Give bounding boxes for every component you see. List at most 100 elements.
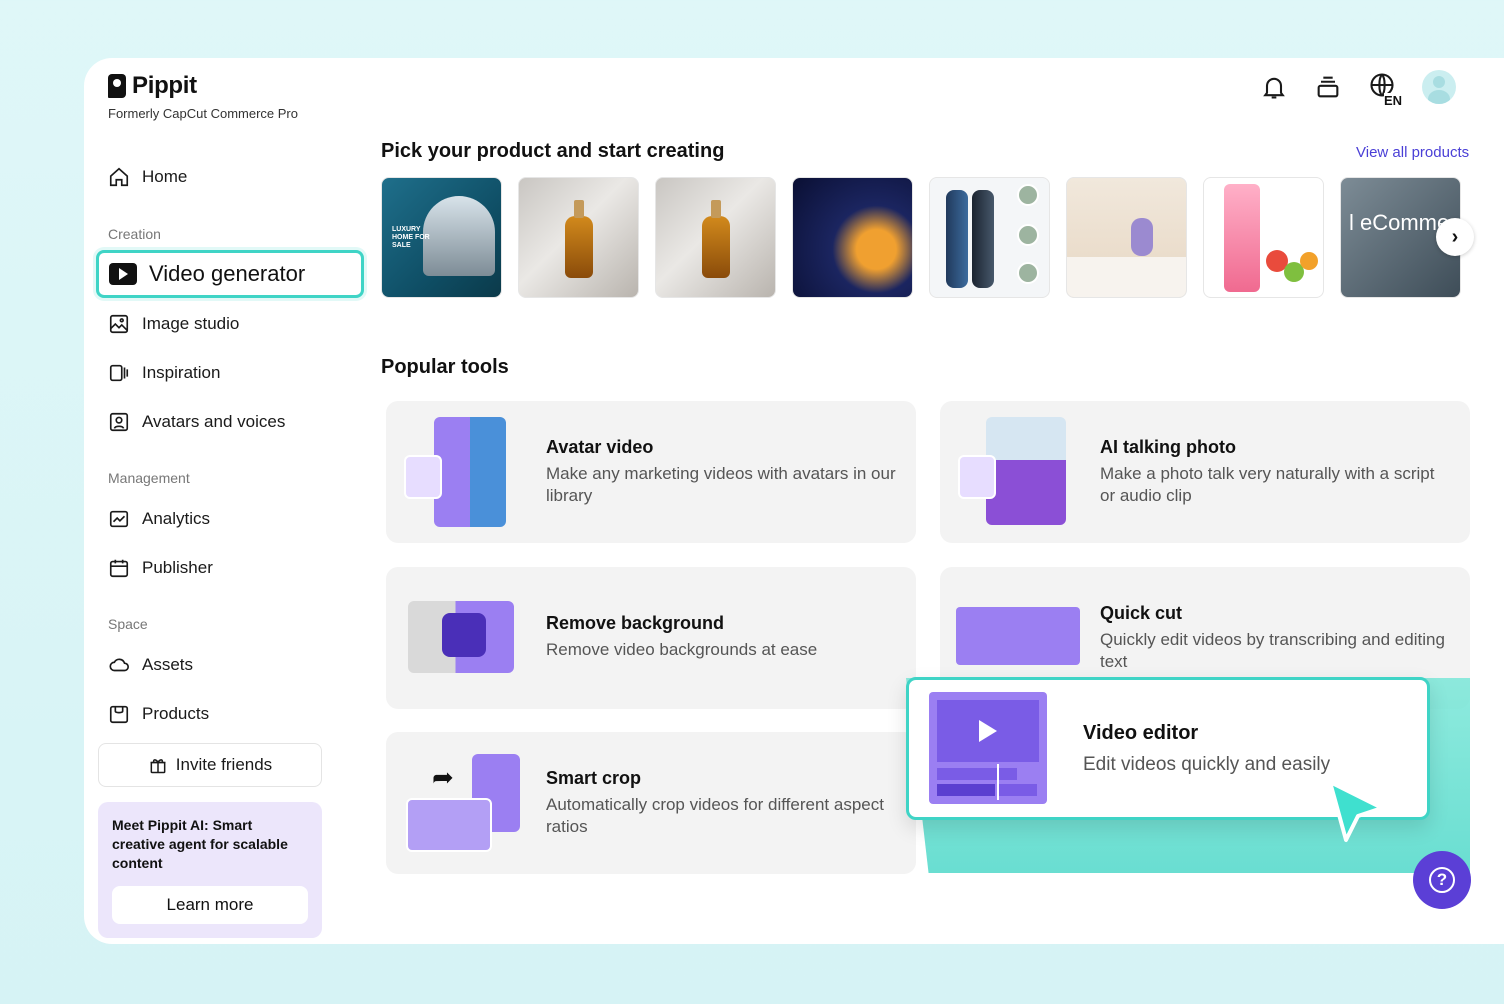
- tool-description: Quickly edit videos by transcribing and …: [1100, 630, 1445, 671]
- cloth-image: [1067, 257, 1186, 297]
- tool-title: Smart crop: [546, 768, 642, 788]
- video-generator-icon: [109, 263, 137, 285]
- promo-card: Meet Pippit AI: Smart creative agent for…: [98, 802, 322, 938]
- tool-title: Remove background: [546, 613, 725, 633]
- products-heading: Pick your product and start creating: [381, 140, 725, 162]
- bottle-image: [972, 190, 994, 288]
- product-thumbnail[interactable]: [929, 177, 1050, 298]
- fruit-image: [1300, 252, 1318, 270]
- cloud-icon: [109, 658, 129, 672]
- video-editor-illustration: [929, 692, 1047, 804]
- tool-title: Video editor: [1083, 722, 1199, 744]
- product-carousel: LUXURY HOME FOR SALE l eComme: [381, 177, 1461, 298]
- tool-card-avatar-video[interactable]: Avatar video Make any marketing videos w…: [386, 401, 916, 543]
- avatar-thumb-icon: [958, 455, 996, 499]
- product-thumbnail[interactable]: [655, 177, 776, 298]
- thumb-label: l eComme: [1349, 210, 1450, 235]
- smart-crop-landscape: [406, 798, 492, 852]
- pointer-cursor-icon: [1328, 780, 1384, 842]
- sidebar-item-home[interactable]: Home: [108, 166, 187, 188]
- brand-subtitle: Formerly CapCut Commerce Pro: [108, 106, 298, 121]
- product-thumbnail[interactable]: [1203, 177, 1324, 298]
- home-icon: [109, 167, 129, 187]
- sidebar-item-label: Image studio: [142, 314, 240, 333]
- video-preview: [937, 700, 1039, 762]
- tools-heading: Popular tools: [381, 356, 509, 378]
- quick-cut-illustration: [956, 607, 1080, 665]
- gift-icon: [150, 759, 166, 774]
- bell-icon[interactable]: [1260, 73, 1288, 101]
- tool-description: Automatically crop videos for different …: [546, 795, 884, 836]
- thumb-label: LUXURY HOME FOR SALE: [392, 226, 430, 249]
- sidebar-item-label: Video generator: [149, 261, 306, 286]
- vase-image: [1131, 218, 1153, 256]
- sidebar-item-label: Publisher: [142, 558, 213, 577]
- sidebar-item-label: Home: [142, 167, 188, 186]
- product-thumbnail[interactable]: [1066, 177, 1187, 298]
- play-icon: [979, 720, 997, 742]
- talking-photo-illustration: [986, 417, 1066, 525]
- sidebar-item-video-generator[interactable]: Video generator: [96, 250, 364, 298]
- tool-card-ai-talking-photo[interactable]: AI talking photo Make a photo talk very …: [940, 401, 1470, 543]
- brand-name: Pippit: [132, 72, 197, 99]
- feature-dot: [1017, 184, 1039, 206]
- view-all-products-link[interactable]: View all products: [1356, 144, 1469, 161]
- product-thumbnail[interactable]: [792, 177, 913, 298]
- app-window: Pippit Formerly CapCut Commerce Pro Home…: [84, 58, 1504, 944]
- sidebar-item-label: Avatars and voices: [142, 412, 286, 431]
- language-label: EN: [1383, 92, 1402, 108]
- analytics-icon: [109, 510, 129, 528]
- playhead: [997, 764, 999, 800]
- carousel-next-button[interactable]: ›: [1436, 218, 1474, 256]
- avatar[interactable]: [1422, 70, 1456, 104]
- pippit-logo-icon: [108, 74, 126, 98]
- tool-description: Make a photo talk very naturally with a …: [1100, 464, 1435, 505]
- product-thumbnail[interactable]: LUXURY HOME FOR SALE: [381, 177, 502, 298]
- tool-card-smart-crop[interactable]: ➦ Smart crop Automatically crop videos f…: [386, 732, 916, 874]
- arrow-icon: ➦: [432, 762, 454, 792]
- sidebar-item-publisher[interactable]: Publisher: [108, 557, 213, 579]
- tool-description: Remove video backgrounds at ease: [546, 640, 818, 659]
- blender-image: [1224, 184, 1260, 292]
- inspiration-icon: [109, 364, 129, 382]
- invite-friends-button[interactable]: Invite friends: [98, 743, 322, 787]
- perfume-bottle-image: [702, 200, 730, 278]
- section-label-management: Management: [108, 470, 190, 486]
- help-button[interactable]: ?: [1413, 851, 1471, 909]
- feature-dot: [1017, 224, 1039, 246]
- language-selector[interactable]: EN: [1368, 71, 1402, 108]
- feature-dot: [1017, 262, 1039, 284]
- tool-card-remove-background[interactable]: Remove background Remove video backgroun…: [386, 567, 916, 709]
- tool-title: Quick cut: [1100, 603, 1183, 623]
- promo-text: Meet Pippit AI: Smart creative agent for…: [112, 817, 288, 871]
- sidebar-item-label: Analytics: [142, 509, 211, 528]
- sidebar-item-products[interactable]: Products: [108, 703, 209, 725]
- product-thumbnail[interactable]: [518, 177, 639, 298]
- bottle-image: [946, 190, 968, 288]
- logo[interactable]: Pippit: [108, 72, 197, 100]
- bag-image: [442, 613, 486, 657]
- timeline-track: [937, 768, 1017, 780]
- product-box-icon: [109, 705, 129, 724]
- sidebar-item-image-studio[interactable]: Image studio: [108, 313, 239, 335]
- timeline-track: [937, 784, 995, 796]
- top-toolbar: EN: [1260, 70, 1456, 108]
- sidebar-item-avatars[interactable]: Avatars and voices: [108, 411, 285, 433]
- tool-description: Make any marketing videos with avatars i…: [546, 464, 896, 505]
- sidebar-item-assets[interactable]: Assets: [108, 654, 193, 676]
- sidebar-item-label: Products: [142, 704, 210, 723]
- question-icon: ?: [1429, 867, 1455, 893]
- sidebar-item-inspiration[interactable]: Inspiration: [108, 362, 220, 384]
- section-label-space: Space: [108, 616, 148, 632]
- avatar-video-illustration: [434, 417, 506, 527]
- calendar-icon: [109, 559, 129, 578]
- sidebar-item-analytics[interactable]: Analytics: [108, 508, 210, 530]
- tool-description: Edit videos quickly and easily: [1083, 754, 1331, 775]
- sidebar-item-label: Inspiration: [142, 363, 221, 382]
- learn-more-button[interactable]: Learn more: [112, 886, 308, 924]
- invite-label: Invite friends: [175, 755, 273, 774]
- image-icon: [109, 314, 129, 334]
- perfume-bottle-image: [565, 200, 593, 278]
- tool-title: Avatar video: [546, 437, 654, 457]
- layers-icon[interactable]: [1314, 73, 1342, 101]
